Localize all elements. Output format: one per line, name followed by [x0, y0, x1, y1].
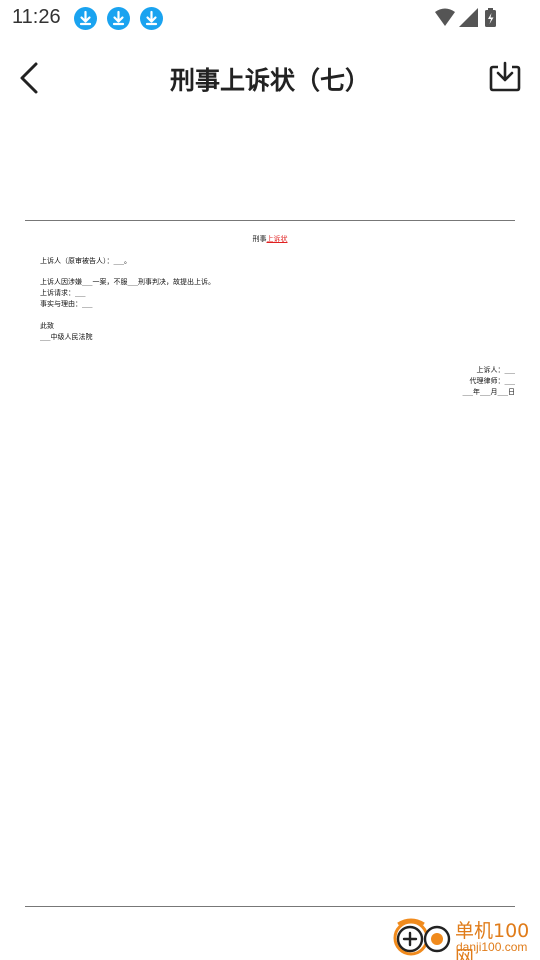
- court-line: ___中级人民法院: [40, 333, 93, 341]
- appellant-line: 上诉人（原审被告人）：___。: [40, 257, 131, 265]
- wifi-icon: [435, 8, 455, 26]
- download-notification-icon: [74, 7, 97, 30]
- download-notification-icon: [107, 7, 130, 30]
- document-preview: 刑事上诉状 上诉人（原审被告人）：___。 上诉人因涉嫌___一案，不服___刑…: [40, 230, 515, 410]
- battery-charging-icon: [485, 8, 496, 27]
- download-tray-icon: [489, 61, 521, 92]
- status-time: 11:26: [12, 6, 61, 28]
- document-title-prefix: 刑事: [252, 235, 267, 243]
- appeal-request-line: 上诉请求：___: [40, 289, 86, 297]
- download-button[interactable]: [488, 60, 522, 94]
- facts-reasons-line: 事实与理由：___: [40, 300, 93, 308]
- watermark-url: danji100.com: [456, 940, 528, 954]
- watermark: 单机100网 danji100.com: [390, 914, 540, 960]
- download-notification-icon: [140, 7, 163, 30]
- app-bar: 刑事上诉状（七）: [0, 40, 540, 114]
- signature-lawyer: 代理律师：___: [469, 377, 516, 385]
- appeal-reason-line: 上诉人因涉嫌___一案，不服___刑事判决，故提出上诉。: [40, 278, 215, 286]
- document-title-link[interactable]: 上诉状: [267, 235, 288, 243]
- document-bottom-divider: [25, 906, 515, 907]
- salutation-line: 此致: [40, 322, 54, 330]
- status-bar: 11:26: [0, 0, 540, 36]
- system-icons: [434, 7, 502, 33]
- signature-date: ___年___月___日: [462, 388, 516, 396]
- signature-appellant: 上诉人：___: [476, 366, 516, 374]
- signal-icon: [459, 8, 478, 27]
- watermark-logo-icon: [393, 918, 451, 956]
- document-top-divider: [25, 220, 515, 221]
- document-title: 刑事上诉状: [40, 234, 500, 244]
- page-title: 刑事上诉状（七）: [169, 66, 370, 95]
